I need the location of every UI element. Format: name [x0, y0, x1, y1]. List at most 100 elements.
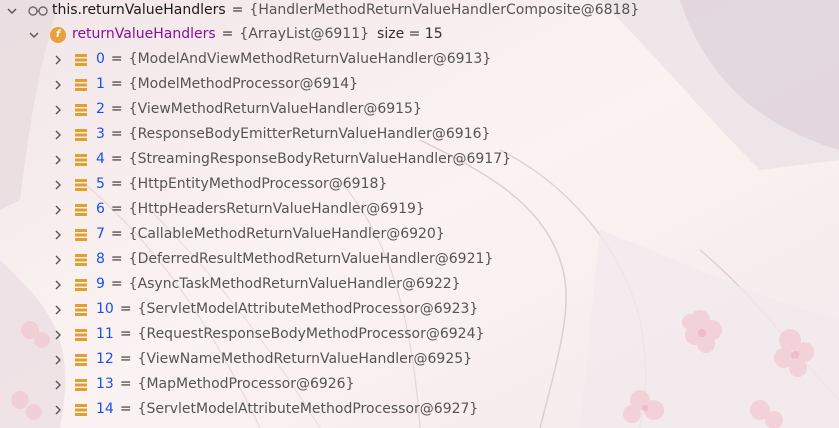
expand-arrow-icon[interactable] — [52, 54, 64, 66]
field-icon: f — [50, 26, 66, 43]
field-variable-row[interactable]: f returnValueHandlers = {ArrayList@6911}… — [28, 22, 443, 47]
expand-arrow-icon[interactable] — [52, 179, 64, 191]
field-variable-value: {ArrayList@6911} — [239, 26, 370, 42]
list-item-value: {ServletModelAttributeMethodProcessor@69… — [137, 401, 479, 417]
list-item-row-9[interactable]: 9 = {AsyncTaskMethodReturnValueHandler@6… — [52, 272, 461, 297]
expand-arrow-icon[interactable] — [52, 379, 64, 391]
list-item-row-7[interactable]: 7 = {CallableMethodReturnValueHandler@69… — [52, 222, 445, 247]
list-item-row-5[interactable]: 5 = {HttpEntityMethodProcessor@6918} — [52, 172, 387, 197]
list-item-row-14[interactable]: 14 = {ServletModelAttributeMethodProcess… — [52, 397, 478, 422]
list-item-value: {RequestResponseBodyMethodProcessor@6924… — [137, 326, 485, 342]
list-item-row-2[interactable]: 2 = {ViewMethodReturnValueHandler@6915} — [52, 97, 422, 122]
list-item-row-13[interactable]: 13 = {MapMethodProcessor@6926} — [52, 372, 355, 397]
expand-arrow-icon[interactable] — [52, 104, 64, 116]
list-item-index: 10 — [96, 301, 114, 317]
expand-arrow-icon[interactable] — [52, 79, 64, 91]
collapse-arrow-icon[interactable] — [6, 5, 18, 17]
list-item-value: {HttpEntityMethodProcessor@6918} — [128, 176, 388, 192]
list-element-icon — [74, 253, 88, 267]
list-element-icon — [74, 303, 88, 317]
list-item-index: 8 — [96, 251, 105, 267]
expand-arrow-icon[interactable] — [52, 404, 64, 416]
list-item-index: 4 — [96, 151, 105, 167]
equals-sign: = — [110, 201, 123, 217]
list-item-row-1[interactable]: 1 = {ModelMethodProcessor@6914} — [52, 72, 358, 97]
list-element-icon — [74, 203, 88, 217]
list-item-value: {ViewNameMethodReturnValueHandler@6925} — [137, 351, 473, 367]
list-item-value: {ModelMethodProcessor@6914} — [128, 76, 359, 92]
field-variable-name: returnValueHandlers — [72, 26, 216, 42]
equals-sign: = — [110, 276, 123, 292]
list-element-icon — [74, 53, 88, 67]
collapse-arrow-icon[interactable] — [28, 29, 40, 41]
list-item-row-12[interactable]: 12 = {ViewNameMethodReturnValueHandler@6… — [52, 347, 472, 372]
equals-sign: = — [110, 76, 123, 92]
root-variable-name: this.returnValueHandlers — [52, 2, 226, 18]
equals-sign: = — [110, 51, 123, 67]
expand-arrow-icon[interactable] — [52, 204, 64, 216]
list-element-icon — [74, 328, 88, 342]
list-item-value: {DeferredResultMethodReturnValueHandler@… — [128, 251, 494, 267]
list-item-index: 2 — [96, 101, 105, 117]
list-item-index: 1 — [96, 76, 105, 92]
list-item-value: {CallableMethodReturnValueHandler@6920} — [128, 226, 445, 242]
expand-arrow-icon[interactable] — [52, 229, 64, 241]
list-item-index: 5 — [96, 176, 105, 192]
list-item-row-8[interactable]: 8 = {DeferredResultMethodReturnValueHand… — [52, 247, 493, 272]
debugger-variables-tree: this.returnValueHandlers = {HandlerMetho… — [0, 0, 839, 428]
list-element-icon — [74, 153, 88, 167]
list-item-value: {AsyncTaskMethodReturnValueHandler@6922} — [128, 276, 461, 292]
list-element-icon — [74, 128, 88, 142]
list-item-index: 13 — [96, 376, 114, 392]
equals-sign: = — [119, 401, 132, 417]
list-item-row-3[interactable]: 3 = {ResponseBodyEmitterReturnValueHandl… — [52, 122, 490, 147]
equals-sign: = — [110, 176, 123, 192]
list-item-row-0[interactable]: 0 = {ModelAndViewMethodReturnValueHandle… — [52, 47, 491, 72]
list-item-value: {MapMethodProcessor@6926} — [137, 376, 355, 392]
expand-arrow-icon[interactable] — [52, 129, 64, 141]
list-item-row-10[interactable]: 10 = {ServletModelAttributeMethodProcess… — [52, 297, 478, 322]
list-element-icon — [74, 353, 88, 367]
list-element-icon — [74, 228, 88, 242]
list-item-index: 6 — [96, 201, 105, 217]
list-item-value: {HttpHeadersReturnValueHandler@6919} — [128, 201, 425, 217]
expand-arrow-icon[interactable] — [52, 279, 64, 291]
expand-arrow-icon[interactable] — [52, 154, 64, 166]
list-element-icon — [74, 178, 88, 192]
list-element-icon — [74, 78, 88, 92]
list-item-index: 14 — [96, 401, 114, 417]
list-item-index: 3 — [96, 126, 105, 142]
equals-sign: = — [221, 26, 234, 42]
expand-arrow-icon[interactable] — [52, 354, 64, 366]
expand-arrow-icon[interactable] — [52, 254, 64, 266]
list-item-row-4[interactable]: 4 = {StreamingResponseBodyReturnValueHan… — [52, 147, 511, 172]
root-variable-row[interactable]: this.returnValueHandlers = {HandlerMetho… — [4, 0, 639, 23]
expand-arrow-icon[interactable] — [52, 304, 64, 316]
list-item-value: {ServletModelAttributeMethodProcessor@69… — [137, 301, 479, 317]
list-item-index: 11 — [96, 326, 114, 342]
equals-sign: = — [110, 101, 123, 117]
expand-arrow-icon[interactable] — [52, 329, 64, 341]
list-item-value: {StreamingResponseBodyReturnValueHandler… — [128, 151, 512, 167]
list-item-index: 7 — [96, 226, 105, 242]
equals-sign: = — [110, 126, 123, 142]
root-variable-value: {HandlerMethodReturnValueHandlerComposit… — [249, 2, 640, 18]
equals-sign: = — [119, 301, 132, 317]
list-item-row-6[interactable]: 6 = {HttpHeadersReturnValueHandler@6919} — [52, 197, 425, 222]
list-element-icon — [74, 403, 88, 417]
list-item-row-11[interactable]: 11 = {RequestResponseBodyMethodProcessor… — [52, 322, 484, 347]
glasses-icon — [28, 5, 48, 17]
equals-sign: = — [110, 226, 123, 242]
list-item-index: 0 — [96, 51, 105, 67]
list-item-value: {ResponseBodyEmitterReturnValueHandler@6… — [128, 126, 491, 142]
field-size-label: size = 15 — [377, 26, 443, 42]
list-item-index: 9 — [96, 276, 105, 292]
equals-sign: = — [119, 351, 132, 367]
list-element-icon — [74, 378, 88, 392]
equals-sign: = — [119, 326, 132, 342]
list-element-icon — [74, 103, 88, 117]
equals-sign: = — [231, 2, 244, 18]
list-element-icon — [74, 278, 88, 292]
equals-sign: = — [110, 151, 123, 167]
equals-sign: = — [119, 376, 132, 392]
